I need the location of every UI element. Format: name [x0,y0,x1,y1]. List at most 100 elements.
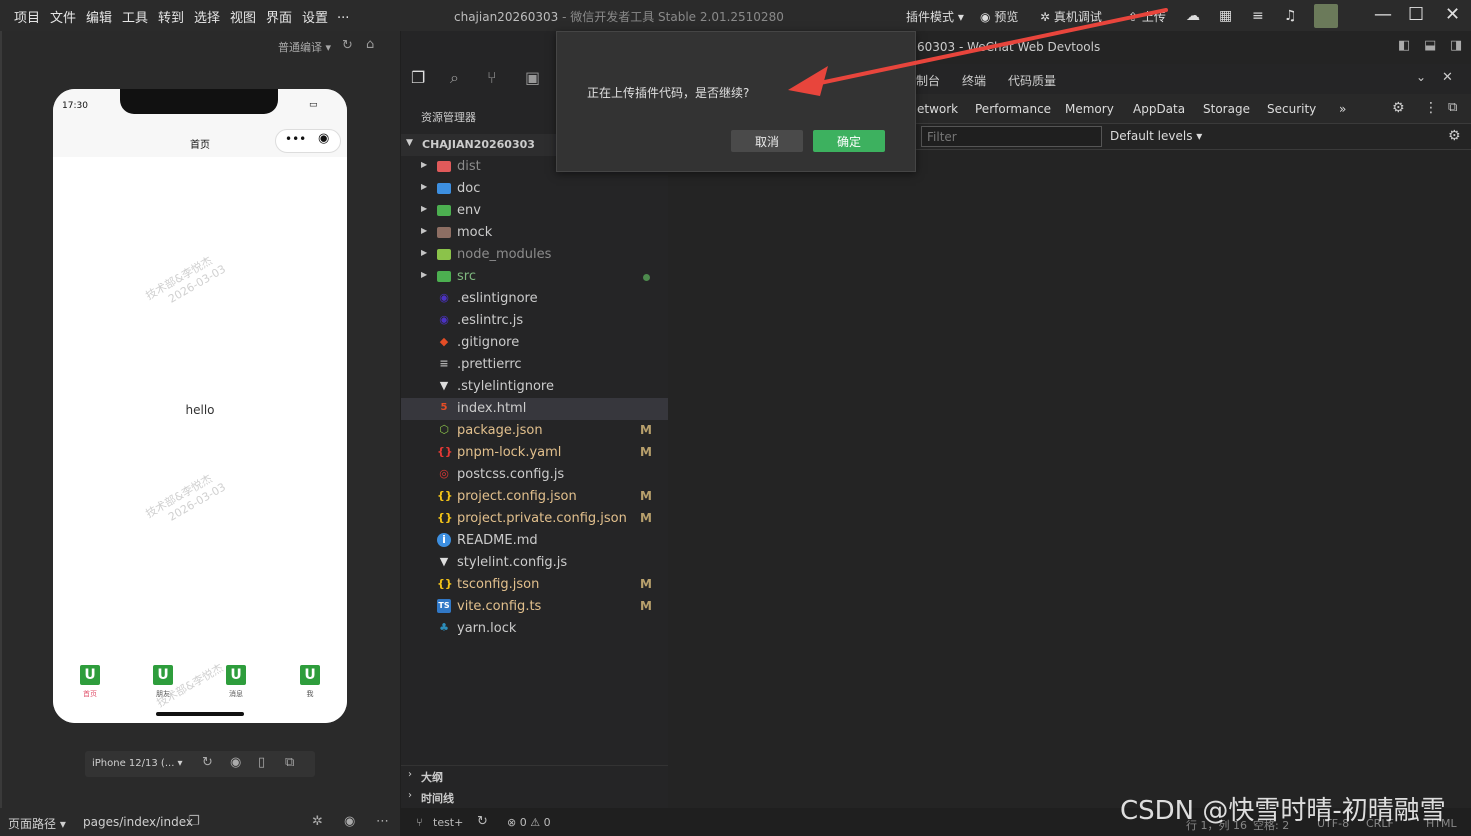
eye-icon[interactable]: ◉ [344,814,355,829]
file-row[interactable]: i README.md [401,530,668,552]
undock-icon[interactable]: ⧉ [1448,100,1457,115]
menu-item[interactable]: 界面 [266,7,292,26]
timeline-section[interactable]: › 时间线 [401,787,668,808]
menu-item[interactable]: 转到 [158,7,184,26]
debug-icon[interactable]: ✲ [312,814,323,829]
cloud-icon[interactable]: ☁ [1186,8,1200,24]
tab-code-quality[interactable]: 代码质量 [1008,72,1056,89]
menu-item[interactable]: 设置 [302,7,328,26]
dock-bottom-icon[interactable]: ⬓ [1424,38,1436,53]
tab-terminal[interactable]: 终端 [962,72,986,89]
menu-item[interactable]: 工具 [122,7,148,26]
dock-left-icon[interactable]: ◧ [1398,38,1410,53]
folder-row[interactable]: ▶ env [401,200,668,222]
close-icon[interactable]: ✕ [1445,4,1460,25]
json-icon: {} [437,577,453,590]
tab-console[interactable]: 制台 [916,72,940,89]
folder-row[interactable]: ▶ doc [401,178,668,200]
popout-icon[interactable]: ⧉ [285,755,294,770]
device-select[interactable]: iPhone 12/13 (... ▾ [92,758,183,769]
extensions-icon[interactable]: ▣ [525,68,540,87]
page-path-label[interactable]: 页面路径 ▾ [8,815,66,832]
menu-item[interactable]: 编辑 [86,7,112,26]
file-row[interactable]: TS vite.config.ts M [401,596,668,618]
outline-section[interactable]: › 大纲 [401,765,668,787]
cancel-button[interactable]: 取消 [731,130,803,152]
upload-button[interactable]: ⇧ 上传 [1128,8,1166,25]
search-icon[interactable]: ⌕ [450,68,459,88]
close-icon[interactable]: ✕ [1442,70,1453,85]
filter-field[interactable] [921,126,1102,147]
more-icon[interactable]: ⋯ [376,814,389,829]
upload-label: 上传 [1141,10,1166,24]
branch-name[interactable]: test+ [433,816,463,829]
tab-home[interactable]: U 首页 [60,665,120,699]
minimize-icon[interactable]: — [1374,4,1392,25]
confirm-button[interactable]: 确定 [813,130,885,152]
gear-icon[interactable]: ⚙ [1392,100,1405,116]
file-row[interactable]: ◉ .eslintignore [401,288,668,310]
more-icon[interactable]: ••• [285,132,306,146]
file-row[interactable]: ▼ stylelint.config.js [401,552,668,574]
file-row[interactable]: {} project.private.config.json M [401,508,668,530]
more-tabs-icon[interactable]: » [1339,102,1346,116]
problems-count[interactable]: ⊗ 0 ⚠ 0 [507,816,551,829]
menu-icon[interactable]: ≡ [1252,8,1264,24]
tab-me[interactable]: U 我 [280,665,340,699]
plugin-mode-button[interactable]: 插件模式 ▾ [906,8,964,25]
tab-network[interactable]: etwork [917,102,958,116]
watermark: 技术部&李悦杰 2026-03-03 [143,468,228,533]
kebab-icon[interactable]: ⋮ [1424,100,1438,116]
layout-icon[interactable]: ▦ [1219,8,1232,24]
real-debug-button[interactable]: ✲ 真机调试 [1040,8,1102,25]
rotate-icon[interactable]: ↻ [202,755,213,770]
folder-row[interactable]: ▶ node_modules [401,244,668,266]
menu-item[interactable]: 项目 [14,7,40,26]
file-row[interactable]: {} tsconfig.json M [401,574,668,596]
folder-row[interactable]: ▶ src [401,266,668,288]
file-row[interactable]: 5 index.html [401,398,668,420]
menu-item[interactable]: 文件 [50,7,76,26]
file-row[interactable]: {} pnpm-lock.yaml M [401,442,668,464]
file-row[interactable]: ≡ .prettierrc [401,354,668,376]
tab-memory[interactable]: Memory [1065,102,1114,116]
phone-icon[interactable]: ▯ [258,755,265,770]
menu-item[interactable]: ... [337,7,349,22]
avatar[interactable] [1314,4,1338,28]
record-icon[interactable]: ◉ [230,755,241,770]
tab-storage[interactable]: Storage [1203,102,1250,116]
preview-button[interactable]: ◉ 预览 [980,8,1018,25]
compile-mode-select[interactable]: 普通编译 ▾ [278,39,331,55]
dock-right-icon[interactable]: ◨ [1450,38,1462,53]
close-target-icon[interactable]: ◉ [318,131,329,146]
copy-icon[interactable]: ❐ [188,814,200,829]
file-row[interactable]: {} project.config.json M [401,486,668,508]
maximize-icon[interactable]: ☐ [1408,4,1424,25]
file-row[interactable]: ◆ .gitignore [401,332,668,354]
menu-item[interactable]: 选择 [194,7,220,26]
refresh-icon[interactable]: ↻ [342,38,353,53]
clear-cache-icon[interactable]: ⌂ [366,37,374,52]
sync-icon[interactable]: ↻ [477,814,488,829]
file-row[interactable]: ◎ postcss.config.js [401,464,668,486]
gear-icon[interactable]: ⚙ [1448,128,1461,144]
source-control-icon[interactable]: ⑂ [487,68,497,87]
file-row[interactable]: ⬡ package.json M [401,420,668,442]
capsule-button[interactable]: ••• ◉ [275,129,341,153]
levels-select[interactable]: Default levels ▾ [1110,129,1202,143]
tab-appdata[interactable]: AppData [1133,102,1185,116]
bell-icon[interactable]: ♫ [1284,8,1297,24]
filter-input[interactable] [922,127,1101,146]
menu-item[interactable]: 视图 [230,7,256,26]
file-name: env [457,203,481,218]
tab-security[interactable]: Security [1267,102,1316,116]
chevron-down-icon[interactable]: ⌄ [1416,70,1426,84]
file-row[interactable]: ▼ .stylelintignore [401,376,668,398]
folder-row[interactable]: ▶ mock [401,222,668,244]
file-row[interactable]: ◉ .eslintrc.js [401,310,668,332]
chevron-right-icon: › [408,790,412,801]
file-row[interactable]: ♣ yarn.lock [401,618,668,640]
eslint-icon: ◉ [439,313,449,326]
files-icon[interactable]: ❐ [411,68,425,87]
tab-performance[interactable]: Performance [975,102,1051,116]
